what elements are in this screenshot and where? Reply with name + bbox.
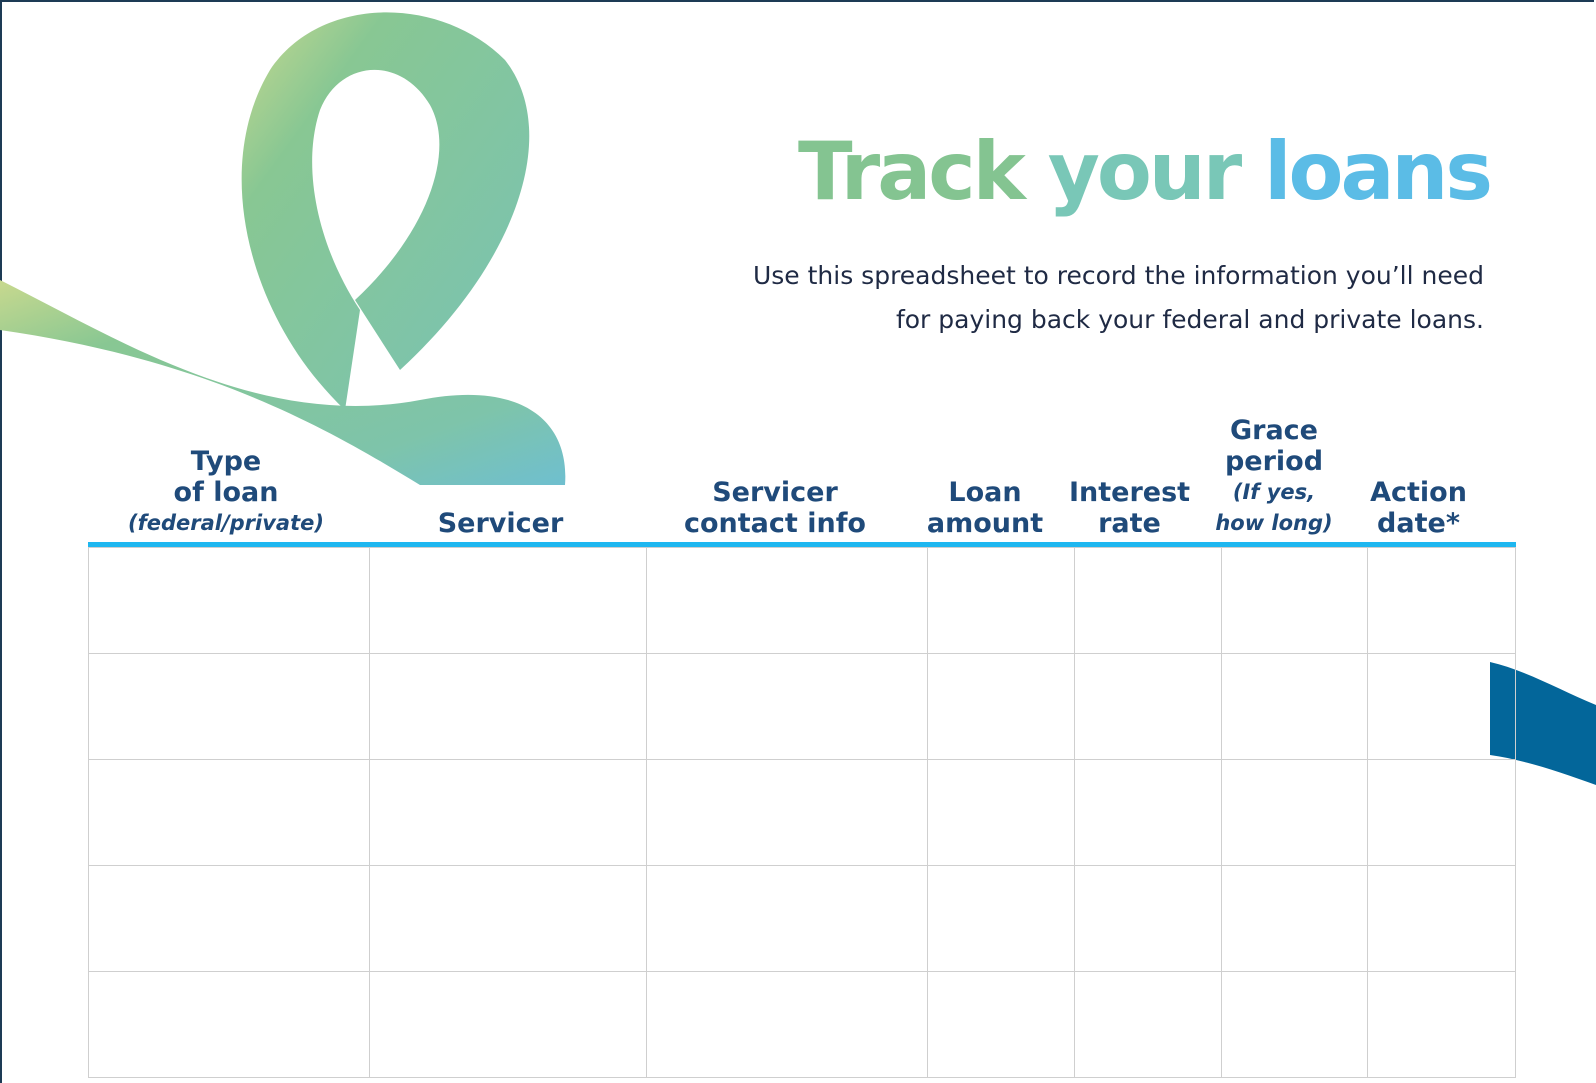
header-note: (federal/private)	[128, 511, 324, 535]
table-row	[88, 865, 1516, 972]
header-loan-amount: Loan amount	[913, 406, 1057, 542]
header-label-line: Servicer	[437, 508, 564, 539]
header-action-date: Action date*	[1346, 406, 1491, 542]
entry-cell-contact[interactable]	[646, 653, 929, 760]
entry-cell-action-date[interactable]	[1367, 971, 1516, 1078]
entry-cell-amount[interactable]	[927, 547, 1075, 654]
entry-cell-rate[interactable]	[1073, 759, 1223, 866]
header-label-line: rate	[1098, 508, 1161, 539]
entry-cell-servicer[interactable]	[368, 759, 648, 866]
entry-cell-type[interactable]	[88, 865, 370, 972]
title-word-track: Track	[797, 125, 1026, 218]
header-grace-period: Grace period (If yes, how long)	[1202, 406, 1346, 542]
entry-cell-contact[interactable]	[646, 759, 929, 866]
header-label-line: Interest	[1068, 477, 1191, 508]
entry-cell-servicer[interactable]	[368, 865, 648, 972]
entry-cell-contact[interactable]	[646, 547, 929, 654]
entry-cell-amount[interactable]	[927, 971, 1075, 1078]
entry-cell-grace[interactable]	[1221, 865, 1369, 972]
table-row	[88, 547, 1516, 654]
entry-cell-servicer[interactable]	[368, 971, 648, 1078]
entry-cell-rate[interactable]	[1073, 865, 1223, 972]
loan-tracker-table: Type of loan (federal/private) Servicer …	[88, 406, 1516, 1078]
header-label-line: contact info	[684, 508, 866, 539]
intro-line-2: for paying back your federal and private…	[895, 305, 1484, 334]
header-label-line: Servicer	[712, 477, 838, 508]
header-label-line: Grace	[1229, 415, 1318, 446]
entry-cell-action-date[interactable]	[1367, 865, 1516, 972]
entry-cell-type[interactable]	[88, 547, 370, 654]
entry-cell-action-date[interactable]	[1367, 759, 1516, 866]
entry-cell-type[interactable]	[88, 971, 370, 1078]
entry-cell-amount[interactable]	[927, 865, 1075, 972]
intro-text: Use this spreadsheet to record the infor…	[664, 254, 1484, 342]
header-type-of-loan: Type of loan (federal/private)	[88, 406, 364, 542]
page-title: Track your loans	[797, 125, 1493, 218]
table-row	[88, 759, 1516, 866]
entry-cell-servicer[interactable]	[368, 653, 648, 760]
entry-cell-contact[interactable]	[646, 971, 929, 1078]
header-note: (If yes,	[1232, 480, 1316, 504]
entry-cell-amount[interactable]	[927, 759, 1075, 866]
entry-cell-action-date[interactable]	[1367, 653, 1516, 760]
header-label-line: amount	[926, 508, 1044, 539]
entry-cell-action-date[interactable]	[1367, 547, 1516, 654]
table-row	[88, 971, 1516, 1078]
entry-cell-grace[interactable]	[1221, 653, 1369, 760]
header-note: how long)	[1215, 511, 1333, 535]
entry-cell-contact[interactable]	[646, 865, 929, 972]
entry-cell-type[interactable]	[88, 759, 370, 866]
header-label-line: of loan	[173, 477, 279, 508]
header-label-line: date*	[1377, 508, 1460, 539]
title-word-your: your	[1047, 125, 1243, 218]
table-row	[88, 653, 1516, 760]
header-label-line: Loan	[948, 477, 1022, 508]
table-header-row: Type of loan (federal/private) Servicer …	[88, 406, 1516, 542]
entry-cell-grace[interactable]	[1221, 759, 1369, 866]
entry-cell-rate[interactable]	[1073, 653, 1223, 760]
header-label-line: period	[1224, 446, 1324, 477]
entry-cell-amount[interactable]	[927, 653, 1075, 760]
entry-cell-servicer[interactable]	[368, 547, 648, 654]
entry-cell-grace[interactable]	[1221, 971, 1369, 1078]
header-servicer: Servicer	[364, 406, 637, 542]
header-servicer-contact-info: Servicer contact info	[637, 406, 913, 542]
entry-grid	[88, 547, 1516, 1078]
header-interest-rate: Interest rate	[1057, 406, 1202, 542]
entry-cell-type[interactable]	[88, 653, 370, 760]
title-word-loans: loans	[1264, 125, 1493, 218]
intro-line-1: Use this spreadsheet to record the infor…	[752, 261, 1484, 290]
entry-cell-grace[interactable]	[1221, 547, 1369, 654]
entry-cell-rate[interactable]	[1073, 971, 1223, 1078]
header-label-line: Type	[190, 446, 262, 477]
header-label-line: Action	[1370, 477, 1467, 508]
entry-cell-rate[interactable]	[1073, 547, 1223, 654]
